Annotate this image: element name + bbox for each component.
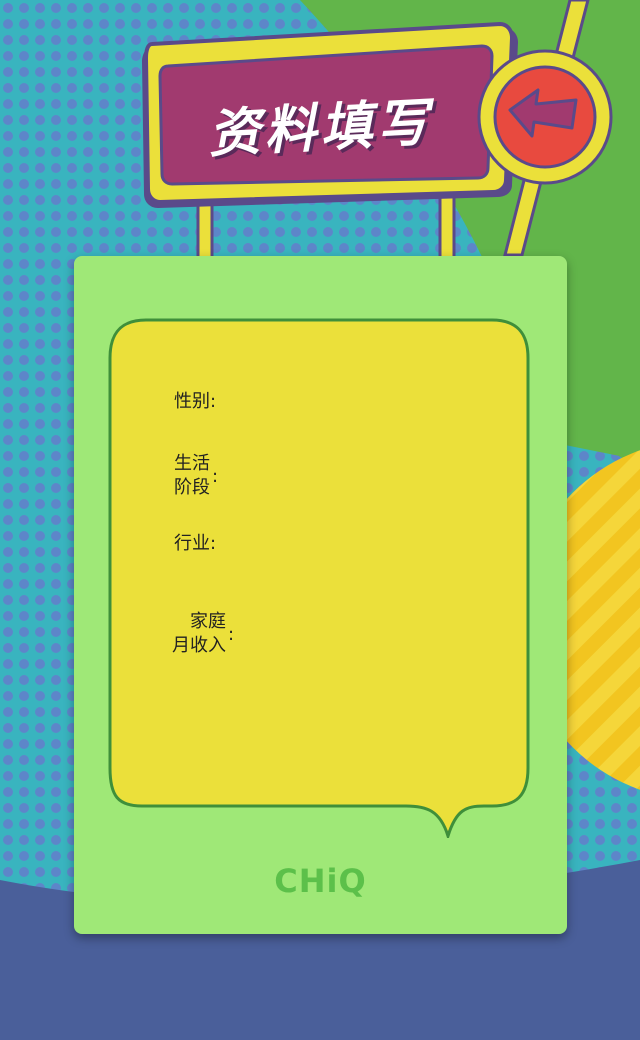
monthly-income-field[interactable] (244, 616, 504, 646)
form-card: 性别: 生活 阶段 : 行业: 家庭 月收入 : CHiQ (74, 256, 567, 934)
form-row-monthly-income: 家庭 月收入 : (172, 611, 235, 656)
back-button[interactable] (476, 48, 614, 186)
industry-label: 行业: (174, 533, 217, 554)
life-stage-label: 生活 阶段 (174, 453, 210, 498)
life-stage-field[interactable] (244, 456, 504, 486)
form-row-industry: 行业: (174, 532, 216, 556)
gender-field[interactable] (244, 386, 504, 416)
form-row-gender: 性别: (174, 390, 216, 414)
gender-label: 性别: (174, 391, 217, 412)
monthly-income-label: 家庭 月收入 (172, 611, 226, 656)
industry-field[interactable] (244, 528, 504, 558)
page-title: 资料填写 (206, 92, 434, 165)
back-arrow-icon (477, 49, 613, 185)
form-row-life-stage: 生活 阶段 : (174, 453, 219, 498)
brand-logo: CHiQ (274, 862, 367, 900)
